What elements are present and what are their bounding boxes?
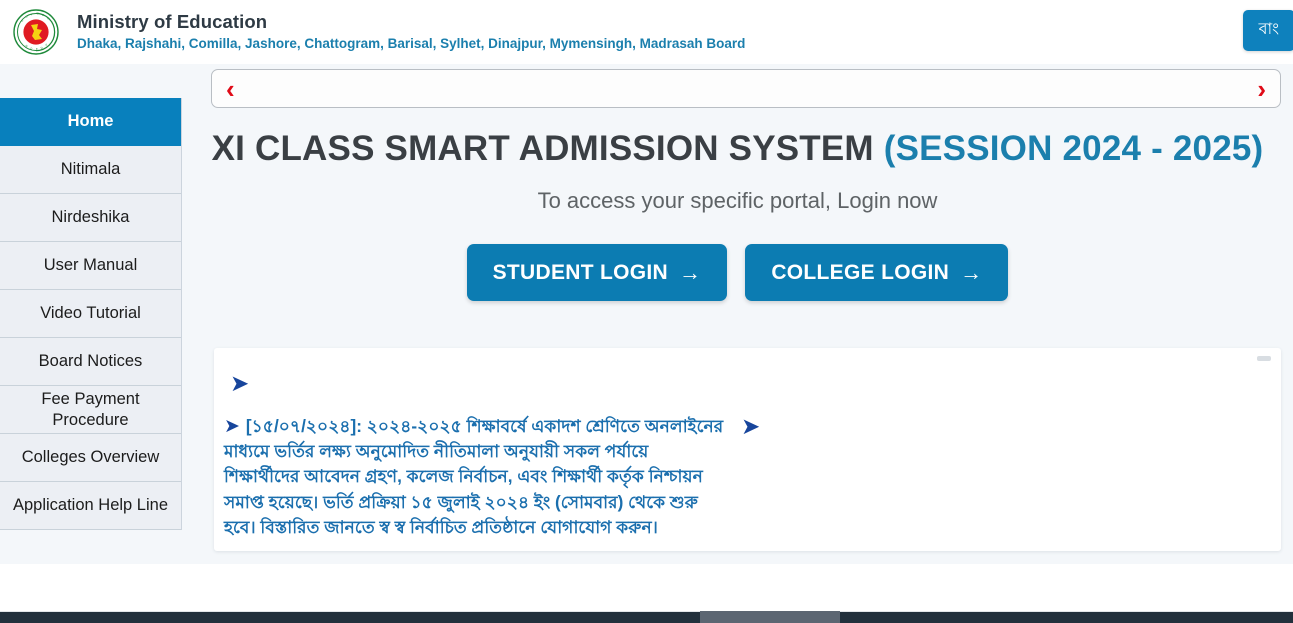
hero-subtitle: To access your specific portal, Login no… <box>537 188 938 213</box>
board-list: Dhaka, Rajshahi, Comilla, Jashore, Chatt… <box>77 36 746 51</box>
ministry-title: Ministry of Education <box>77 11 268 32</box>
sidebar-item-label: Application Help Line <box>12 496 169 514</box>
banner-carousel: ‹ › <box>211 69 1281 108</box>
sidebar-item-user-manual[interactable]: User Manual <box>0 242 181 290</box>
carousel-next-icon[interactable]: › <box>1257 76 1266 102</box>
arrow-right-icon: → <box>679 260 702 285</box>
seal-icon: G O V T B D M O E D U <box>13 9 59 55</box>
sidebar-item-label: Nitimala <box>60 160 121 178</box>
sidebar-item-video-tutorial[interactable]: Video Tutorial <box>0 290 181 338</box>
notice-bullet-icon: ➤ <box>741 414 761 440</box>
page-title-session: (SESSION 2024 - 2025) <box>883 129 1264 168</box>
sidebar-item-application-help-line[interactable]: Application Help Line <box>0 482 181 530</box>
login-button-row: STUDENT LOGIN → COLLEGE LOGIN → <box>182 244 1293 301</box>
notice-marquee: ➤ ➤ ➤ [১৫/০৭/২০২৪]: ২০২৪-২০২৫ শিক্ষাবর্ষে… <box>214 348 1281 551</box>
sidebar-item-label: Home <box>67 112 114 130</box>
notice-bullet-icon: ➤ <box>224 415 240 437</box>
footer-bar <box>0 611 1293 623</box>
student-login-button[interactable]: STUDENT LOGIN → <box>466 244 728 301</box>
brand-block: Ministry of Education Dhaka, Rajshahi, C… <box>77 10 745 54</box>
sidebar-item-fee-payment-procedure[interactable]: Fee Payment Procedure <box>0 386 181 434</box>
footer-bar-segment <box>700 611 840 623</box>
hero-section: XI CLASS SMART ADMISSION SYSTEM (SESSION… <box>182 124 1293 301</box>
sidebar-item-board-notices[interactable]: Board Notices <box>0 338 181 386</box>
notice-text: [১৫/০৭/২০২৪]: ২০২৪-২০২৫ শিক্ষাবর্ষে একাদ… <box>224 416 724 537</box>
ministry-seal-logo: G O V T B D M O E D U <box>13 9 59 55</box>
content-shell: ‹ › Home Nitimala Nirdeshika User Manual… <box>0 64 1293 564</box>
notice-item[interactable]: ➤ [১৫/০৭/২০২৪]: ২০২৪-২০২৫ শিক্ষাবর্ষে একা… <box>224 414 724 540</box>
notice-board-panel[interactable]: ➤ ➤ ➤ [১৫/০৭/২০২৪]: ২০২৪-২০২৫ শিক্ষাবর্ষে… <box>214 348 1281 551</box>
sidebar-item-nitimala[interactable]: Nitimala <box>0 146 181 194</box>
sidebar-item-label: User Manual <box>43 256 138 274</box>
page-title: XI CLASS SMART ADMISSION SYSTEM (SESSION… <box>182 124 1293 174</box>
sidebar-item-label: Video Tutorial <box>40 304 141 322</box>
sidebar-item-label: Board Notices <box>38 352 143 370</box>
page-root: G O V T B D M O E D U Ministry of Educat… <box>0 0 1293 623</box>
student-login-label: STUDENT LOGIN <box>492 261 669 284</box>
notice-bullet-icon: ➤ <box>230 371 250 397</box>
sidebar-item-label: Fee Payment Procedure <box>41 389 140 429</box>
page-title-main: XI CLASS SMART ADMISSION SYSTEM <box>211 129 874 168</box>
college-login-label: COLLEGE LOGIN <box>771 261 950 284</box>
sidebar-item-label: Colleges Overview <box>21 448 160 466</box>
sidebar-item-label: Nirdeshika <box>51 208 130 226</box>
site-header: G O V T B D M O E D U Ministry of Educat… <box>0 0 1293 64</box>
sidebar-nav: Home Nitimala Nirdeshika User Manual Vid… <box>0 98 182 530</box>
language-toggle-button[interactable]: বাং <box>1242 10 1293 51</box>
sidebar-item-colleges-overview[interactable]: Colleges Overview <box>0 434 181 482</box>
sidebar-item-home[interactable]: Home <box>0 98 181 146</box>
arrow-right-icon: → <box>960 260 983 285</box>
sidebar-item-nirdeshika[interactable]: Nirdeshika <box>0 194 181 242</box>
college-login-button[interactable]: COLLEGE LOGIN → <box>745 244 1009 301</box>
carousel-prev-icon[interactable]: ‹ <box>226 76 235 102</box>
footer-whitespace <box>0 564 1293 611</box>
